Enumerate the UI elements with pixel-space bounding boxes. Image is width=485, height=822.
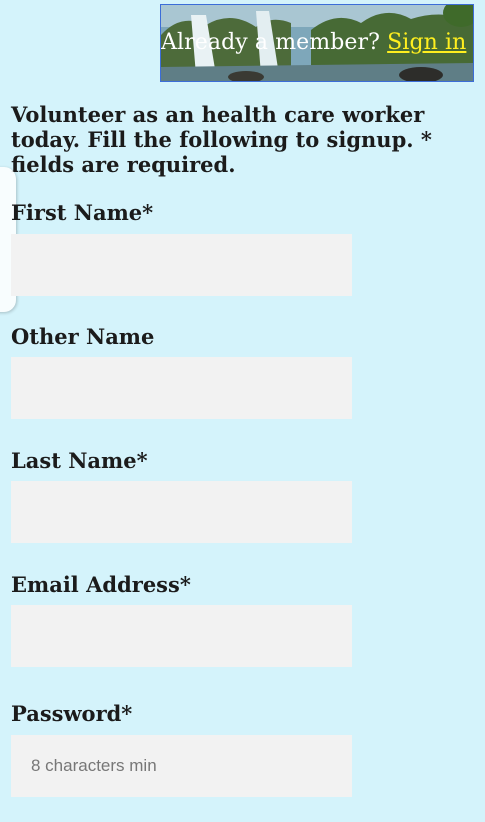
first-name-field[interactable]	[11, 234, 352, 296]
signin-prompt: Already a member? Sign in	[161, 29, 473, 57]
first-name-label: First Name*	[11, 200, 154, 225]
password-field[interactable]	[11, 735, 352, 797]
signin-banner: Already a member? Sign in	[160, 4, 474, 82]
already-member-text: Already a member?	[161, 30, 381, 55]
sign-in-link[interactable]: Sign in	[387, 30, 466, 55]
last-name-label: Last Name*	[11, 448, 148, 473]
email-label: Email Address*	[11, 572, 191, 597]
other-name-field[interactable]	[11, 357, 352, 419]
intro-text: Volunteer as an health care worker today…	[11, 102, 432, 177]
last-name-field[interactable]	[11, 481, 352, 543]
password-label: Password*	[11, 701, 133, 726]
email-field[interactable]	[11, 605, 352, 667]
other-name-label: Other Name	[11, 324, 155, 349]
